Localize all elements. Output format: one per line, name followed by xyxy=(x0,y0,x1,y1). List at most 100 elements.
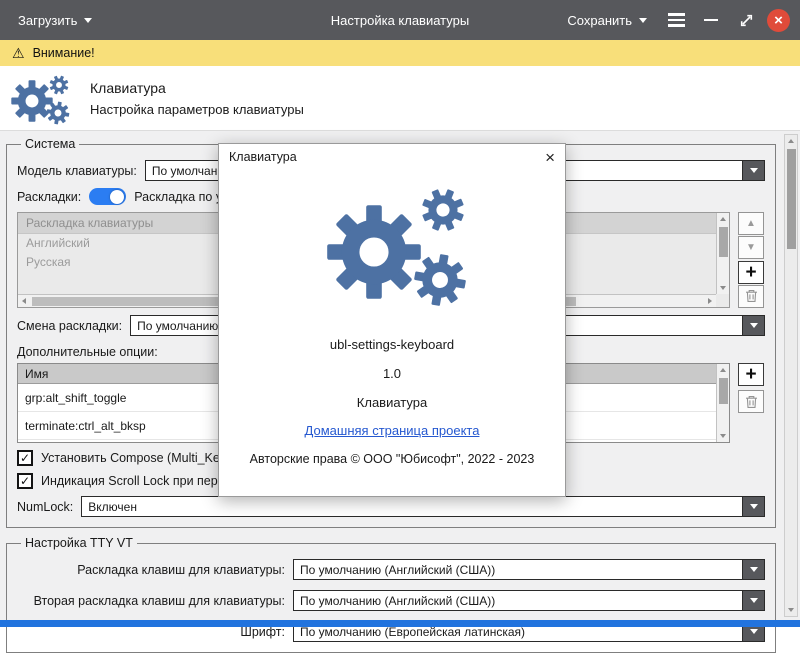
hamburger-icon xyxy=(667,13,685,27)
maximize-button[interactable] xyxy=(732,6,760,34)
check-icon: ✓ xyxy=(19,451,31,465)
chevron-down-icon xyxy=(749,598,758,603)
up-icon: ▲ xyxy=(746,217,756,229)
warning-text: Внимание! xyxy=(32,46,95,60)
default-layout-toggle[interactable] xyxy=(89,188,127,205)
scroll-up-icon xyxy=(788,139,794,143)
layouts-label: Раскладки: xyxy=(17,189,82,204)
scrollbar-thumb[interactable] xyxy=(718,378,728,404)
keyboard-settings-gears-icon xyxy=(8,70,74,126)
chevron-down-icon xyxy=(749,629,758,634)
titlebar-controls: Сохранить × xyxy=(559,6,790,34)
minimize-button[interactable] xyxy=(697,6,725,34)
app-gears-icon xyxy=(219,172,565,323)
dialog-close-button[interactable]: × xyxy=(545,149,555,166)
layouts-list-vertical-scrollbar[interactable] xyxy=(716,213,729,294)
numlock-value: Включен xyxy=(88,500,137,514)
project-homepage-link[interactable]: Домашняя страница проекта xyxy=(305,423,480,438)
load-menu-button[interactable]: Загрузить xyxy=(10,7,100,34)
add-layout-button[interactable]: + xyxy=(738,260,764,284)
compose-label: Установить Compose (Multi_Key) xyxy=(41,451,231,465)
tty-group-legend: Настройка TTY VT xyxy=(25,536,133,550)
trash-icon xyxy=(745,395,757,408)
trash-icon xyxy=(745,290,757,303)
plus-icon: + xyxy=(745,364,757,385)
numlock-label: NumLock: xyxy=(17,499,74,514)
check-icon: ✓ xyxy=(19,474,31,488)
hamburger-menu-button[interactable] xyxy=(662,6,690,34)
chevron-down-icon xyxy=(84,17,93,23)
chevron-down-icon xyxy=(639,17,647,23)
scroll-left-icon xyxy=(22,297,26,304)
copyright-text: Авторские права © ООО "Юбисофт", 2022 - … xyxy=(249,452,535,466)
numlock-combo[interactable]: Включен xyxy=(81,496,765,517)
app-name: Клавиатура xyxy=(356,395,428,410)
tty-layout2-combo[interactable]: По умолчанию (Английский (США)) xyxy=(293,590,765,611)
tty-layout2-row: Вторая раскладка клавиш для клавиатуры: … xyxy=(17,590,765,611)
system-group-legend: Система xyxy=(25,137,76,151)
minimize-icon xyxy=(704,18,718,22)
scrollbar-thumb[interactable] xyxy=(786,149,796,249)
chevron-down-icon xyxy=(749,504,758,509)
load-menu-label: Загрузить xyxy=(18,12,78,28)
keyboard-model-label: Модель клавиатуры: xyxy=(17,163,137,178)
scroll-right-icon xyxy=(708,297,712,304)
options-table-scrollbar[interactable] xyxy=(716,364,729,442)
page-header-text: Клавиатура Настройка параметров клавиату… xyxy=(90,80,304,117)
combo-dropdown-button[interactable] xyxy=(742,316,764,335)
combo-dropdown-button[interactable] xyxy=(742,591,764,610)
combo-dropdown-button[interactable] xyxy=(742,560,764,579)
scroll-up-icon xyxy=(719,368,726,372)
scroll-down-icon xyxy=(719,286,726,290)
main-scrollbar[interactable] xyxy=(784,134,798,617)
compose-checkbox[interactable]: ✓ xyxy=(17,450,33,466)
save-menu-button[interactable]: Сохранить xyxy=(559,7,655,34)
dialog-titlebar: Клавиатура × xyxy=(219,144,565,170)
tty-layout-label: Раскладка клавиш для клавиатуры: xyxy=(77,562,285,577)
about-dialog: Клавиатура × ubl-settings-keyboard 1.0 К… xyxy=(218,143,566,497)
numlock-row: NumLock: Включен xyxy=(17,496,765,517)
expand-icon xyxy=(740,14,752,26)
delete-layout-button[interactable] xyxy=(738,284,764,308)
dialog-body: ubl-settings-keyboard 1.0 Клавиатура Дом… xyxy=(219,172,565,466)
tty-layout-value: По умолчанию (Английский (США)) xyxy=(300,563,496,577)
close-icon: × xyxy=(774,11,783,29)
chevron-down-icon xyxy=(749,567,758,572)
scrolllock-checkbox[interactable]: ✓ xyxy=(17,473,33,489)
dialog-title: Клавиатура xyxy=(229,150,297,164)
tty-group: Настройка TTY VT Раскладка клавиш для кл… xyxy=(6,536,776,653)
tty-layout2-label: Вторая раскладка клавиш для клавиатуры: xyxy=(33,593,285,608)
down-icon: ▼ xyxy=(746,241,756,253)
warning-banner: ⚠ Внимание! xyxy=(0,40,800,66)
plus-icon: + xyxy=(745,261,757,283)
save-menu-label: Сохранить xyxy=(567,12,632,28)
tty-layout-row: Раскладка клавиш для клавиатуры: По умол… xyxy=(17,559,765,580)
close-icon: × xyxy=(545,147,555,167)
titlebar: Загрузить Настройка клавиатуры Сохранить xyxy=(0,0,800,40)
layout-switch-label: Смена раскладки: xyxy=(17,318,123,333)
combo-dropdown-button[interactable] xyxy=(742,161,764,180)
combo-dropdown-button[interactable] xyxy=(742,497,764,516)
scroll-down-icon xyxy=(788,608,794,612)
bottom-accent-bar xyxy=(0,620,800,627)
tty-layout-combo[interactable]: По умолчанию (Английский (США)) xyxy=(293,559,765,580)
move-up-button[interactable]: ▲ xyxy=(738,212,764,235)
warning-icon: ⚠ xyxy=(12,45,25,61)
delete-option-button[interactable] xyxy=(738,390,764,413)
scrollbar-thumb[interactable] xyxy=(718,227,728,257)
options-table-buttons: + xyxy=(738,363,765,443)
page-title: Клавиатура xyxy=(90,79,166,96)
chevron-down-icon xyxy=(749,168,758,173)
page-header: Клавиатура Настройка параметров клавиату… xyxy=(0,66,800,130)
scroll-up-icon xyxy=(719,217,726,221)
app-id: ubl-settings-keyboard xyxy=(329,337,455,352)
tty-layout2-value: По умолчанию (Английский (США)) xyxy=(300,594,496,608)
app-version: 1.0 xyxy=(382,366,402,381)
move-down-button[interactable]: ▼ xyxy=(738,236,764,260)
close-button[interactable]: × xyxy=(767,8,790,32)
layout-list-buttons: ▲ ▼ + xyxy=(738,212,765,308)
scroll-down-icon xyxy=(719,434,726,438)
chevron-down-icon xyxy=(749,323,758,328)
additional-options-label: Дополнительные опции: xyxy=(17,345,158,359)
add-option-button[interactable]: + xyxy=(738,363,764,386)
